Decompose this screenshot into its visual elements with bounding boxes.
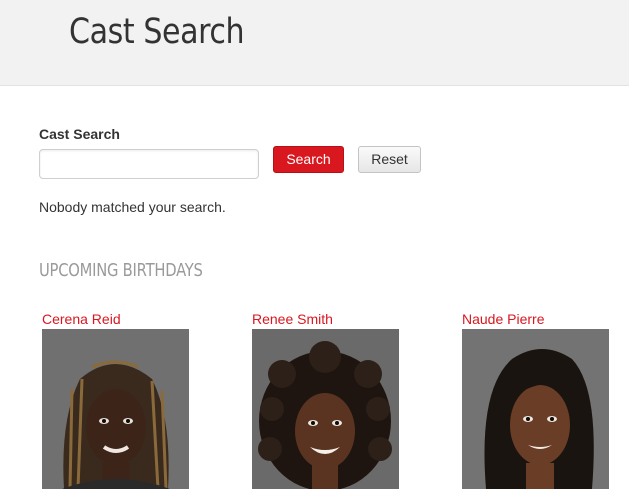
search-input[interactable] [39, 149, 259, 179]
reset-button[interactable]: Reset [358, 146, 421, 173]
cast-photo[interactable] [42, 329, 189, 489]
cast-card: Renee Smith [252, 310, 402, 489]
cast-card: Naude Pierre [462, 310, 612, 489]
no-results-message: Nobody matched your search. [39, 199, 226, 215]
upcoming-birthdays-heading: UPCOMING BIRTHDAYS [39, 260, 203, 281]
cast-card: Cerena Reid [42, 310, 192, 489]
search-button[interactable]: Search [273, 146, 344, 173]
page-title: Cast Search [69, 12, 245, 52]
cast-photo[interactable] [252, 329, 399, 489]
cast-photo[interactable] [462, 329, 609, 489]
page-header: Cast Search [0, 0, 629, 86]
cast-name-link[interactable]: Renee Smith [252, 310, 402, 328]
cast-name-link[interactable]: Naude Pierre [462, 310, 612, 328]
cast-name-link[interactable]: Cerena Reid [42, 310, 192, 328]
search-label: Cast Search [39, 126, 120, 142]
